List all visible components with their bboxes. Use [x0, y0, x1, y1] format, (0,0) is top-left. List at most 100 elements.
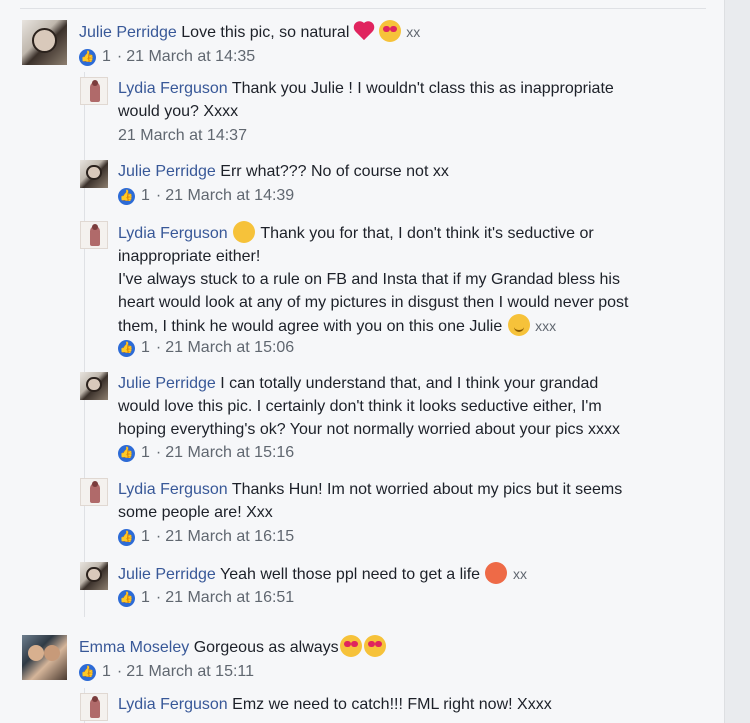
- timestamp[interactable]: 21 March at 16:15: [165, 528, 294, 546]
- comment-meta: 👍 1 · 21 March at 14:35: [79, 48, 255, 66]
- like-count[interactable]: 1: [141, 528, 150, 546]
- comment-text-line: I can totally understand that, and I thi…: [220, 375, 599, 392]
- comment-body: Julie Perridge Love this pic, so natural…: [79, 20, 420, 44]
- top-divider: [20, 8, 706, 9]
- comments-panel: Julie Perridge Love this pic, so natural…: [0, 0, 725, 723]
- comment-text-line: some people are! Xxx: [118, 504, 273, 521]
- reply-lydia-2: Lydia Ferguson Thank you for that, I don…: [80, 221, 700, 361]
- meta-separator: ·: [155, 589, 162, 606]
- comment-body: Julie Perridge I can totally understand …: [118, 372, 708, 441]
- comment-text: Gorgeous as always: [193, 639, 339, 656]
- comment-text-line: them, I think he would agree with you on…: [118, 318, 503, 335]
- like-count[interactable]: 1: [102, 48, 111, 66]
- reply-julie-2: Julie Perridge Err what??? No of course …: [80, 160, 700, 210]
- author-name[interactable]: Julie Perridge: [79, 24, 177, 41]
- comment-text-line: would you? Xxxx: [118, 103, 239, 120]
- red-heart-icon: [355, 20, 377, 42]
- like-count[interactable]: 1: [141, 589, 150, 607]
- avatar[interactable]: [80, 693, 108, 721]
- heart-eyes-icon: [363, 635, 386, 657]
- comment-meta: 👍 1 · 21 March at 16:15: [118, 528, 294, 546]
- reply-lydia-1: Lydia Ferguson Thank you Julie ! I would…: [80, 77, 700, 147]
- thumbs-up-icon[interactable]: 👍: [118, 589, 135, 607]
- comment-body: Lydia Ferguson Emz we need to catch!!! F…: [118, 693, 552, 716]
- timestamp[interactable]: 21 March at 15:11: [126, 663, 254, 681]
- comment-meta: 👍 1 · 21 March at 15:06: [118, 339, 294, 357]
- thumbs-up-icon[interactable]: 👍: [118, 187, 135, 205]
- avatar[interactable]: [22, 635, 67, 680]
- meta-separator: ·: [116, 663, 123, 680]
- comment-suffix: xxx: [535, 318, 557, 334]
- comment-text-line: inappropriate either!: [118, 248, 261, 265]
- comment-text-line: Thank you Julie ! I wouldn't class this …: [231, 80, 614, 97]
- avatar[interactable]: [80, 77, 108, 105]
- meta-separator: ·: [155, 444, 162, 461]
- meta-separator: ·: [155, 187, 162, 204]
- author-name[interactable]: Lydia Ferguson: [118, 80, 228, 97]
- timestamp[interactable]: 21 March at 15:06: [165, 339, 294, 357]
- meta-separator: ·: [155, 528, 162, 545]
- timestamp[interactable]: 21 March at 14:35: [126, 48, 255, 66]
- like-count[interactable]: 1: [102, 663, 111, 681]
- avatar[interactable]: [80, 478, 108, 506]
- comment-julie-1: Julie Perridge Love this pic, so natural…: [22, 20, 702, 70]
- author-name[interactable]: Julie Perridge: [118, 163, 216, 180]
- comment-suffix: xx: [512, 566, 527, 582]
- reply-lydia-3: Lydia Ferguson Thanks Hun! Im not worrie…: [80, 478, 700, 550]
- author-name[interactable]: Lydia Ferguson: [118, 481, 228, 498]
- comment-text: Yeah well those ppl need to get a life: [219, 566, 481, 583]
- comment-meta: 👍 1 · 21 March at 14:39: [118, 187, 294, 205]
- timestamp[interactable]: 21 March at 16:51: [165, 589, 294, 607]
- thumbs-up-icon[interactable]: 👍: [118, 339, 135, 357]
- comment-suffix: xx: [406, 24, 421, 40]
- meta-separator: ·: [155, 339, 162, 356]
- angry-face-icon: [485, 562, 508, 584]
- avatar[interactable]: [80, 372, 108, 400]
- like-count[interactable]: 1: [141, 339, 150, 357]
- avatar[interactable]: [80, 221, 108, 249]
- comment-body: Emma Moseley Gorgeous as always: [79, 635, 387, 659]
- like-count[interactable]: 1: [141, 444, 150, 462]
- comment-body: Julie Perridge Yeah well those ppl need …: [118, 562, 527, 586]
- comment-meta: 👍 1 · 21 March at 15:16: [118, 444, 294, 462]
- comment-text: Emz we need to catch!!! FML right now! X…: [232, 696, 552, 713]
- timestamp[interactable]: 21 March at 14:39: [165, 187, 294, 205]
- meta-separator: ·: [116, 48, 123, 65]
- comment-meta: 👍 1 · 21 March at 15:11: [79, 663, 254, 681]
- comment-emma: Emma Moseley Gorgeous as always 👍 1 · 21…: [22, 635, 702, 685]
- thumbs-up-icon[interactable]: 👍: [79, 663, 96, 681]
- comment-text-line: hoping everything's ok? Your not normall…: [118, 421, 620, 438]
- author-name[interactable]: Lydia Ferguson: [118, 225, 228, 242]
- like-count[interactable]: 1: [141, 187, 150, 205]
- thumbs-up-icon[interactable]: 👍: [79, 48, 96, 66]
- avatar[interactable]: [22, 20, 67, 65]
- heart-eyes-icon: [378, 20, 401, 42]
- timestamp[interactable]: 21 March at 14:37: [118, 127, 247, 145]
- comment-text-line: would love this pic. I certainly don't t…: [118, 398, 602, 415]
- avatar[interactable]: [80, 160, 108, 188]
- thumbs-up-icon[interactable]: 👍: [118, 444, 135, 462]
- comment-body: Lydia Ferguson Thank you Julie ! I would…: [118, 77, 698, 123]
- comment-text: Love this pic, so natural: [181, 24, 350, 41]
- comment-body: Julie Perridge Err what??? No of course …: [118, 160, 449, 183]
- comment-body: Lydia Ferguson Thank you for that, I don…: [118, 221, 708, 338]
- reply-julie-3: Julie Perridge I can totally understand …: [80, 372, 700, 467]
- author-name[interactable]: Lydia Ferguson: [118, 696, 228, 713]
- comment-body: Lydia Ferguson Thanks Hun! Im not worrie…: [118, 478, 708, 524]
- comment-text-line: I've always stuck to a rule on FB and In…: [118, 271, 620, 288]
- smiling-face-icon: [507, 314, 530, 336]
- author-name[interactable]: Emma Moseley: [79, 639, 189, 656]
- avatar[interactable]: [80, 562, 108, 590]
- author-name[interactable]: Julie Perridge: [118, 566, 216, 583]
- comment-text-line: heart would look at any of my pictures i…: [118, 294, 629, 311]
- comment-meta: 👍 1 · 21 March at 16:51: [118, 589, 294, 607]
- author-name[interactable]: Julie Perridge: [118, 375, 216, 392]
- comment-text: Err what??? No of course not xx: [220, 163, 449, 180]
- reply-julie-4: Julie Perridge Yeah well those ppl need …: [80, 562, 700, 612]
- timestamp[interactable]: 21 March at 15:16: [165, 444, 294, 462]
- heart-eyes-icon: [339, 635, 362, 657]
- thumbs-up-icon[interactable]: 👍: [118, 528, 135, 546]
- kissing-wink-icon: [233, 221, 256, 243]
- comment-text-line: Thanks Hun! Im not worried about my pics…: [231, 481, 623, 498]
- comment-meta: 21 March at 14:37: [118, 127, 247, 145]
